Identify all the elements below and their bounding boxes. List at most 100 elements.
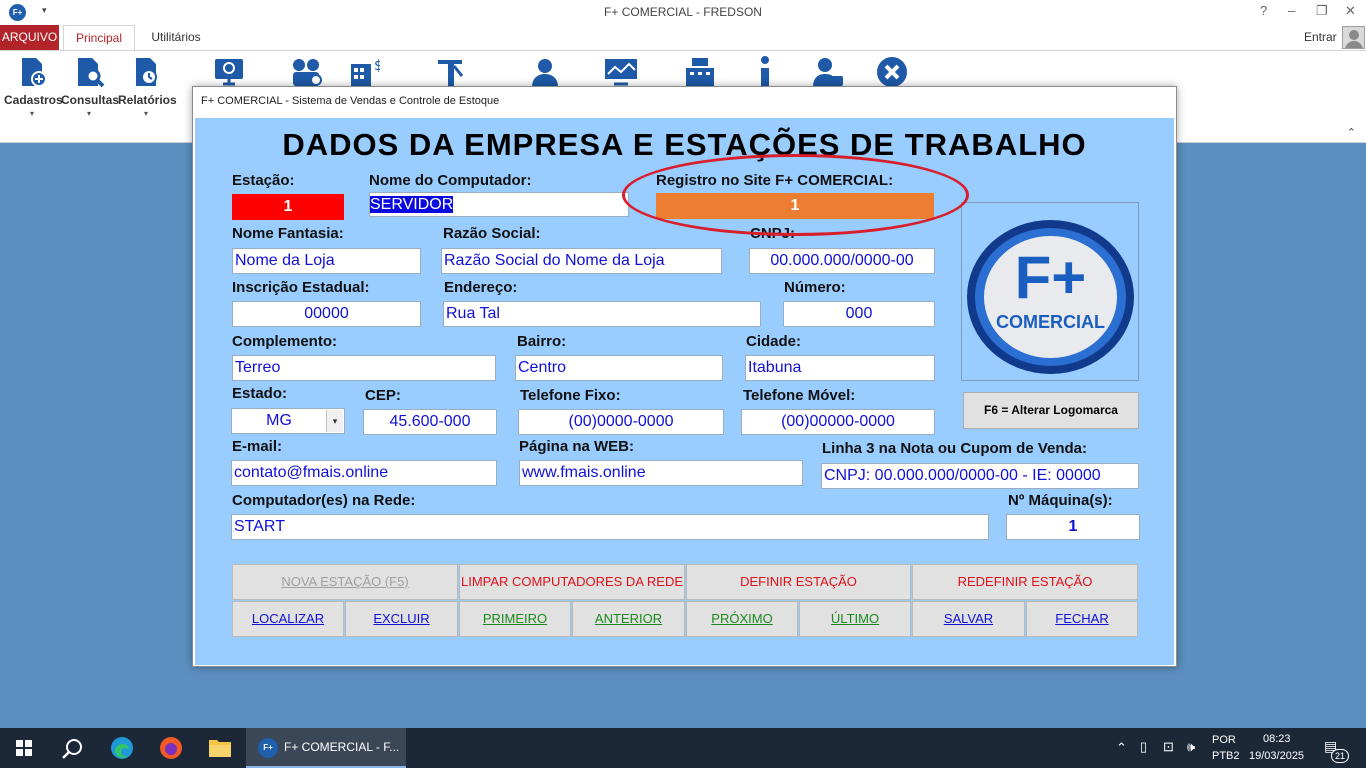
cidade-field[interactable]: Itabuna (745, 355, 935, 381)
keyboard-layout[interactable]: PTB2 (1212, 750, 1240, 762)
file-explorer-icon[interactable] (208, 737, 232, 759)
redefinir-estacao-button[interactable]: REDEFINIR ESTAÇÃO (912, 564, 1138, 600)
proximo-button[interactable]: PRÓXIMO (686, 601, 798, 637)
firefox-icon[interactable] (159, 736, 183, 760)
linha3-field[interactable]: CNPJ: 00.000.000/0000-00 - IE: 00000 (821, 463, 1139, 489)
windows-start-icon[interactable] (16, 740, 32, 756)
cash-register-icon[interactable] (684, 56, 716, 88)
telefone-movel-field[interactable]: (00)00000-0000 (741, 409, 935, 435)
ultimo-button[interactable]: ÚLTIMO (799, 601, 911, 637)
volume-icon[interactable]: 🕪 (1187, 739, 1195, 755)
search-icon[interactable] (61, 738, 83, 760)
device-icon[interactable]: ▯ (1140, 739, 1147, 755)
limpar-computadores-button[interactable]: LIMPAR COMPUTADORES DA REDE (459, 564, 685, 600)
cnpj-field[interactable]: 00.000.000/0000-00 (749, 248, 935, 274)
receipt-icon[interactable] (434, 56, 466, 88)
excluir-button[interactable]: EXCLUIR (345, 601, 458, 637)
definir-estacao-button[interactable]: DEFINIR ESTAÇÃO (686, 564, 911, 600)
notification-count-badge: 21 (1331, 749, 1349, 763)
bairro-label: Bairro: (517, 333, 567, 350)
registro-label: Registro no Site F+ COMERCIAL: (656, 172, 894, 189)
dashboard-monitor-icon[interactable] (604, 56, 638, 88)
email-field[interactable]: contato@fmais.online (231, 460, 497, 486)
tray-overflow-icon[interactable]: ⌃ (1116, 740, 1127, 756)
dialog-body: DADOS DA EMPRESA E ESTAÇÕES DE TRABALHO … (195, 118, 1174, 665)
inscricao-field[interactable]: 00000 (232, 301, 421, 327)
cidade-label: Cidade: (746, 333, 802, 350)
razao-social-label: Razão Social: (443, 225, 541, 242)
endereco-label: Endereço: (444, 279, 518, 296)
user-lock-icon[interactable] (812, 56, 844, 88)
products-icon[interactable] (290, 56, 322, 88)
window-titlebar: F+ ▾ F+ COMERCIAL - FREDSON ? ‒ ❐ ✕ (0, 0, 1366, 25)
cep-label: CEP: (365, 387, 401, 404)
razao-social-field[interactable]: Razão Social do Nome da Loja (441, 248, 722, 274)
minimize-button[interactable]: ‒ (1288, 3, 1295, 18)
computadores-rede-field[interactable]: START (231, 514, 989, 540)
numero-label: Número: (784, 279, 846, 296)
complemento-field[interactable]: Terreo (232, 355, 496, 381)
pagina-web-label: Página na WEB: (519, 438, 635, 455)
estacao-field[interactable]: 1 (232, 194, 344, 220)
n-maquinas-field[interactable]: 1 (1006, 514, 1140, 540)
user-icon[interactable] (529, 56, 561, 88)
calculator-icon[interactable]: $ (348, 56, 380, 88)
fechar-button[interactable]: FECHAR (1026, 601, 1138, 637)
registro-field[interactable]: 1 (656, 193, 934, 219)
estado-label: Estado: (232, 385, 288, 402)
network-icon[interactable]: ⊡ (1163, 739, 1174, 755)
salvar-button[interactable]: SALVAR (912, 601, 1025, 637)
numero-field[interactable]: 000 (783, 301, 935, 327)
estacao-label: Estação: (232, 172, 295, 189)
linha3-label: Linha 3 na Nota ou Cupom de Venda: (822, 440, 1088, 457)
clock-date[interactable]: 19/03/2025 (1249, 750, 1304, 762)
nome-fantasia-field[interactable]: Nome da Loja (232, 248, 421, 274)
taskbar-app-fcomercial[interactable]: F+ F+ COMERCIAL - F... (246, 728, 406, 768)
close-circle-icon[interactable] (876, 56, 908, 88)
ribbon-collapse-icon[interactable]: ⌃ (1347, 126, 1356, 139)
info-icon[interactable] (752, 56, 776, 88)
user-avatar-icon[interactable] (1342, 26, 1365, 49)
primeiro-button[interactable]: PRIMEIRO (459, 601, 571, 637)
edge-browser-icon[interactable] (110, 736, 134, 760)
chevron-down-icon[interactable]: ▾ (326, 410, 343, 432)
help-button[interactable]: ? (1260, 3, 1267, 18)
nome-computador-field[interactable]: SERVIDOR (369, 192, 629, 217)
bairro-field[interactable]: Centro (515, 355, 723, 381)
inscricao-label: Inscrição Estadual: (232, 279, 370, 296)
estado-select[interactable]: MG ▾ (231, 408, 345, 434)
clock-time[interactable]: 08:23 (1263, 733, 1291, 745)
close-button[interactable]: ✕ (1345, 3, 1356, 19)
logo-emblem: F+ COMERCIAL (967, 220, 1134, 374)
document-search-icon (78, 58, 105, 88)
nome-fantasia-label: Nome Fantasia: (232, 225, 344, 242)
sign-in-link[interactable]: Entrar (1304, 30, 1337, 44)
taskbar-app-label: F+ COMERCIAL - F... (284, 740, 400, 754)
language-code[interactable]: POR (1212, 734, 1236, 746)
n-maquinas-label: Nº Máquina(s): (1008, 492, 1113, 509)
restore-button[interactable]: ❐ (1316, 3, 1328, 19)
logo-text-fplus: F+ (1014, 244, 1087, 311)
email-label: E-mail: (232, 438, 283, 455)
cadastros-label: Cadastros (4, 93, 63, 107)
telefone-fixo-field[interactable]: (00)0000-0000 (518, 409, 724, 435)
pagina-web-field[interactable]: www.fmais.online (519, 460, 803, 486)
localizar-button[interactable]: LOCALIZAR (232, 601, 344, 637)
company-logo: F+ COMERCIAL (961, 202, 1139, 381)
nova-estacao-button[interactable]: NOVA ESTAÇÃO (F5) (232, 564, 458, 600)
taskbar: F+ F+ COMERCIAL - F... ⌃ ▯ ⊡ 🕪 POR PTB2 … (0, 728, 1366, 768)
endereco-field[interactable]: Rua Tal (443, 301, 761, 327)
tab-utilitarios[interactable]: Utilitários (141, 25, 211, 50)
tab-arquivo[interactable]: ARQUIVO (0, 25, 59, 50)
document-add-icon (22, 58, 47, 87)
chevron-down-icon: ▾ (86, 109, 91, 118)
tab-principal[interactable]: Principal (63, 25, 135, 51)
monitor-search-icon[interactable] (213, 56, 245, 88)
alterar-logomarca-button[interactable]: F6 = Alterar Logomarca (963, 392, 1139, 429)
cep-field[interactable]: 45.600-000 (363, 409, 497, 435)
ribbon-tab-bar: ARQUIVO Principal Utilitários Entrar (0, 25, 1366, 51)
telefone-fixo-label: Telefone Fixo: (520, 387, 621, 404)
computadores-rede-label: Computador(es) na Rede: (232, 492, 416, 509)
svg-text:$: $ (374, 58, 380, 74)
anterior-button[interactable]: ANTERIOR (572, 601, 685, 637)
